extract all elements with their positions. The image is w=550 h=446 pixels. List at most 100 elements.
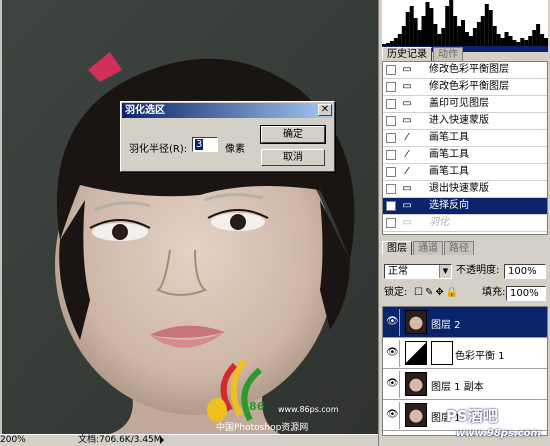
zoom-level[interactable]: 200% xyxy=(0,435,26,446)
history-snapshot-checkbox[interactable] xyxy=(386,99,396,109)
link-column[interactable] xyxy=(399,371,400,398)
ok-button[interactable]: 确定 xyxy=(260,125,326,144)
layer-mask-thumb[interactable] xyxy=(431,341,453,365)
tab-paths[interactable]: 路径 xyxy=(444,241,474,255)
vertical-ruler xyxy=(0,0,2,434)
close-icon[interactable]: ✕ xyxy=(318,104,332,116)
eye-icon[interactable]: 👁 xyxy=(386,347,399,359)
history-item-label: 进入快速蒙版 xyxy=(429,115,489,126)
histogram-bar xyxy=(532,30,537,46)
history-snapshot-checkbox[interactable] xyxy=(386,184,396,194)
history-item[interactable]: ⁄ 画笔工具 xyxy=(383,147,547,164)
history-snapshot-checkbox[interactable] xyxy=(386,65,396,75)
histogram-bar xyxy=(472,28,477,46)
histogram-bar xyxy=(540,34,545,46)
ps-bar-logo: PS酒吧 xyxy=(446,407,498,425)
lock-icons[interactable]: ☐✎✥🔒 xyxy=(414,284,460,302)
pixel-unit-label: 像素 xyxy=(225,144,245,155)
ps-bar-url: www.98ps.com xyxy=(456,428,541,439)
fill-label: 填充: xyxy=(482,287,506,298)
opacity-input[interactable]: 100% xyxy=(504,264,546,279)
history-snapshot-checkbox[interactable] xyxy=(386,82,396,92)
opacity-value: 100% xyxy=(508,266,537,277)
feather-selection-dialog: 羽化选区 ✕ 羽化半径(R): 3 像素 确定 取消 xyxy=(120,101,335,172)
feather-radius-input[interactable]: 3 xyxy=(192,137,218,152)
layer-row[interactable]: 👁 图层 1 副本 xyxy=(383,369,547,400)
history-item[interactable]: ▭ 修改色彩平衡图层 xyxy=(383,62,547,79)
eye-icon[interactable]: 👁 xyxy=(386,316,399,328)
layer-name: 图层 2 xyxy=(431,320,461,331)
adjustment-thumb xyxy=(405,341,427,365)
eye-icon[interactable]: 👁 xyxy=(386,409,399,421)
histogram-bar xyxy=(465,32,469,46)
history-snapshot-checkbox[interactable] xyxy=(386,116,396,126)
history-item[interactable]: ⁄ 画笔工具 xyxy=(383,130,547,147)
watermark-site-cn: 中国Photoshop资源网 xyxy=(216,423,309,433)
histogram-bar xyxy=(453,16,458,46)
history-snapshot-checkbox[interactable] xyxy=(386,167,396,177)
doc-icon: ▭ xyxy=(402,115,412,126)
dialog-titlebar[interactable]: 羽化选区 xyxy=(122,103,333,118)
history-item-label: 盖印可见图层 xyxy=(429,98,489,109)
cancel-button[interactable]: 取消 xyxy=(261,149,325,166)
tab-actions[interactable]: 动作 xyxy=(433,47,463,61)
histogram-bar xyxy=(445,6,450,46)
dialog-title: 羽化选区 xyxy=(125,105,165,116)
layer-thumb xyxy=(405,403,427,427)
histogram-bar xyxy=(437,34,442,46)
history-item[interactable]: ▭ 修改色彩平衡图层 xyxy=(383,79,547,96)
history-snapshot-checkbox[interactable] xyxy=(386,218,396,228)
status-menu-arrow-icon[interactable] xyxy=(160,436,164,444)
histogram-bar xyxy=(508,36,513,46)
doc-icon: ▭ xyxy=(402,98,412,109)
fill-value: 100% xyxy=(510,288,539,299)
feather-radius-value: 3 xyxy=(195,139,204,150)
doc-icon: ▭ xyxy=(402,200,412,211)
link-column[interactable] xyxy=(399,309,400,336)
history-item[interactable]: ⁄ 画笔工具 xyxy=(383,164,547,181)
layer-thumb xyxy=(405,310,427,334)
history-item[interactable]: ▭ 羽化 xyxy=(383,215,547,232)
history-item[interactable]: ▭ 退出快速蒙版 xyxy=(383,181,547,198)
fill-input[interactable]: 100% xyxy=(506,286,546,301)
histogram-bar xyxy=(492,26,497,46)
histogram-bar xyxy=(480,16,485,46)
history-item-label: 画笔工具 xyxy=(429,166,469,177)
histogram-bar xyxy=(461,20,465,46)
history-item-label: 羽化 xyxy=(429,217,449,228)
histogram-bar xyxy=(500,38,505,46)
history-item-label: 选择反向 xyxy=(429,200,469,211)
histogram-bar xyxy=(441,28,446,46)
eye-icon[interactable]: 👁 xyxy=(386,378,399,390)
tab-history[interactable]: 历史记录 xyxy=(382,47,432,61)
histogram-bar xyxy=(544,38,548,46)
tab-channels[interactable]: 通道 xyxy=(413,241,443,255)
document-canvas[interactable]: 86 www.86ps.com 中国Photoshop资源网 羽化选区 ✕ 羽化… xyxy=(0,0,378,434)
blend-row: 正常 ▼ 不透明度: 100% xyxy=(382,262,548,282)
history-snapshot-checkbox[interactable] xyxy=(386,133,396,143)
tab-layers[interactable]: 图层 xyxy=(382,241,412,255)
doc-icon: ▭ xyxy=(402,64,412,75)
layer-row[interactable]: 👁 色彩平衡 1 xyxy=(383,338,547,369)
histogram-bar xyxy=(397,34,402,46)
brush-icon: ⁄ xyxy=(406,149,408,160)
histogram-bar xyxy=(425,2,430,46)
history-item[interactable]: ▭ 盖印可见图层 xyxy=(383,96,547,113)
history-item[interactable]: ▭ 进入快速蒙版 xyxy=(383,113,547,130)
histogram-bar xyxy=(536,24,541,46)
history-snapshot-checkbox[interactable] xyxy=(386,201,396,211)
blend-mode-select[interactable]: 正常 ▼ xyxy=(384,264,452,279)
link-column[interactable] xyxy=(399,402,400,429)
histogram-bar xyxy=(449,0,454,46)
histogram-bar xyxy=(421,16,426,46)
history-item[interactable]: ▭ 选择反向 xyxy=(383,198,547,215)
layer-row[interactable]: 👁 图层 2 xyxy=(383,307,547,338)
portrait-photo xyxy=(0,0,378,434)
link-column[interactable] xyxy=(399,340,400,367)
layer-thumb xyxy=(405,372,427,396)
history-snapshot-checkbox[interactable] xyxy=(386,150,396,160)
opacity-label: 不透明度: xyxy=(456,265,500,276)
histogram-bar xyxy=(488,10,493,46)
watermark-site: www.86ps.com xyxy=(278,405,339,414)
layer-name: 色彩平衡 1 xyxy=(455,351,505,362)
